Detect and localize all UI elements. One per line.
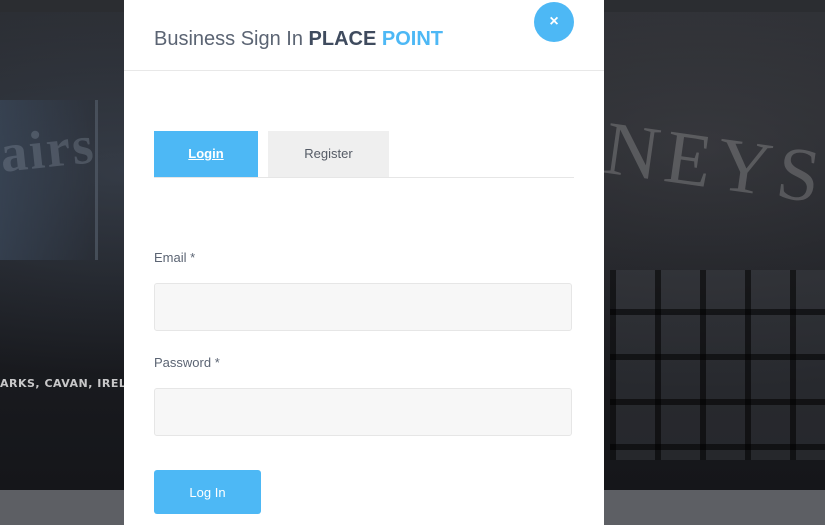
email-label: Email * xyxy=(154,250,195,265)
background-location-caption: ARKS, CAVAN, IRELA xyxy=(0,377,136,390)
modal-header: Business Sign In PLACE POINT xyxy=(124,0,604,71)
password-label: Password * xyxy=(154,355,220,370)
modal-title: Business Sign In PLACE POINT xyxy=(154,28,443,51)
background-sign-right: NEYS xyxy=(599,105,825,221)
log-in-button[interactable]: Log In xyxy=(154,470,261,514)
password-label-text: Password xyxy=(154,355,212,370)
password-field[interactable] xyxy=(154,388,572,436)
tab-register[interactable]: Register xyxy=(268,131,389,177)
sign-in-modal: Business Sign In PLACE POINT × Login Reg… xyxy=(124,0,604,525)
email-label-text: Email xyxy=(154,250,187,265)
background-window-grid xyxy=(610,270,825,460)
close-button[interactable]: × xyxy=(534,2,574,42)
brand-name-point: POINT xyxy=(381,28,444,50)
auth-tabs: Login Register xyxy=(154,131,574,178)
page: airs NEYS ARKS, CAVAN, IRELA Business Si… xyxy=(0,0,825,525)
email-required-mark: * xyxy=(190,250,196,265)
brand-name-place: PLACE xyxy=(308,28,377,50)
tab-login[interactable]: Login xyxy=(154,131,258,177)
background-sign-left: airs xyxy=(0,114,98,184)
password-required-mark: * xyxy=(214,355,220,370)
email-field[interactable] xyxy=(154,283,572,331)
close-icon: × xyxy=(549,13,559,30)
modal-title-prefix: Business Sign In xyxy=(154,28,303,50)
